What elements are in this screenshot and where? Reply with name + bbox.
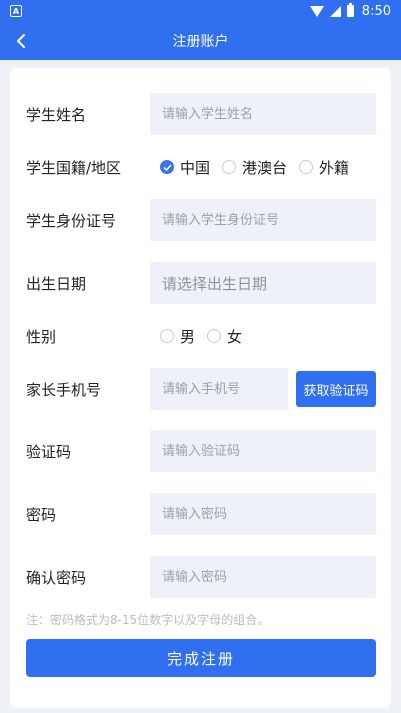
radio-unchecked-icon <box>160 329 174 343</box>
nationality-option-label: 港澳台 <box>242 158 288 177</box>
password-input[interactable] <box>150 493 376 535</box>
gender-radio-group: 男 女 <box>160 326 242 347</box>
password-row: 密码 <box>10 493 391 535</box>
gender-option-male[interactable]: 男 <box>160 326 195 347</box>
parent-phone-label: 家长手机号 <box>26 380 102 399</box>
nationality-option-label: 中国 <box>180 158 211 177</box>
confirm-password-input[interactable] <box>150 556 376 598</box>
gender-option-female[interactable]: 女 <box>207 326 242 347</box>
gender-row: 性别 男 女 <box>10 315 391 357</box>
a-badge-icon: A <box>10 5 22 17</box>
parent-phone-row: 家长手机号 获取验证码 <box>10 368 391 410</box>
student-id-input[interactable] <box>150 199 376 241</box>
nationality-option-label: 外籍 <box>319 158 350 177</box>
radio-unchecked-icon <box>222 160 237 174</box>
app-bar: 注册账户 <box>0 22 401 60</box>
student-id-row: 学生身份证号 <box>10 199 391 241</box>
birth-date-label: 出生日期 <box>26 274 87 293</box>
register-form: 学生姓名 学生国籍/地区 中国 港澳台 外籍 学生身份证号 出生日期 <box>10 68 391 708</box>
confirm-password-row: 确认密码 <box>10 556 391 598</box>
nationality-option-hk-macao-taiwan[interactable]: 港澳台 <box>222 157 287 178</box>
password-hint: 注：密码格式为8-15位数字以及字母的组合。 <box>26 613 270 627</box>
nationality-option-foreign[interactable]: 外籍 <box>299 157 349 178</box>
confirm-password-label: 确认密码 <box>26 568 87 587</box>
back-button[interactable] <box>8 28 34 54</box>
student-name-label: 学生姓名 <box>26 105 87 124</box>
radio-unchecked-icon <box>299 160 314 174</box>
page-title: 注册账户 <box>172 34 229 50</box>
radio-checked-icon <box>160 160 174 174</box>
student-name-row: 学生姓名 <box>10 93 391 135</box>
nationality-radio-group: 中国 港澳台 外籍 <box>160 157 349 178</box>
verify-code-input[interactable] <box>150 430 376 472</box>
student-name-input[interactable] <box>150 93 376 135</box>
status-bar: A 8:50 <box>0 0 401 22</box>
radio-unchecked-icon <box>207 329 222 343</box>
password-label: 密码 <box>26 505 57 524</box>
birth-date-row: 出生日期 请选择出生日期 <box>10 262 391 304</box>
gender-option-label: 女 <box>227 327 243 346</box>
gender-label: 性别 <box>26 327 57 346</box>
wifi-icon <box>309 5 324 17</box>
parent-phone-input[interactable] <box>150 368 288 410</box>
battery-icon <box>346 3 354 17</box>
nationality-row: 学生国籍/地区 中国 港澳台 外籍 <box>10 146 391 188</box>
signal-icon <box>329 5 341 17</box>
get-code-button[interactable]: 获取验证码 <box>296 371 376 407</box>
gender-option-label: 男 <box>180 327 196 346</box>
chevron-left-icon <box>17 34 25 48</box>
nationality-label: 学生国籍/地区 <box>26 158 122 177</box>
verify-code-label: 验证码 <box>26 442 72 461</box>
verify-code-row: 验证码 <box>10 430 391 472</box>
submit-button[interactable]: 完成注册 <box>26 639 376 677</box>
status-time: 8:50 <box>361 3 391 19</box>
student-id-label: 学生身份证号 <box>26 211 117 230</box>
nationality-option-china[interactable]: 中国 <box>160 157 210 178</box>
birth-date-picker[interactable]: 请选择出生日期 <box>150 262 376 304</box>
